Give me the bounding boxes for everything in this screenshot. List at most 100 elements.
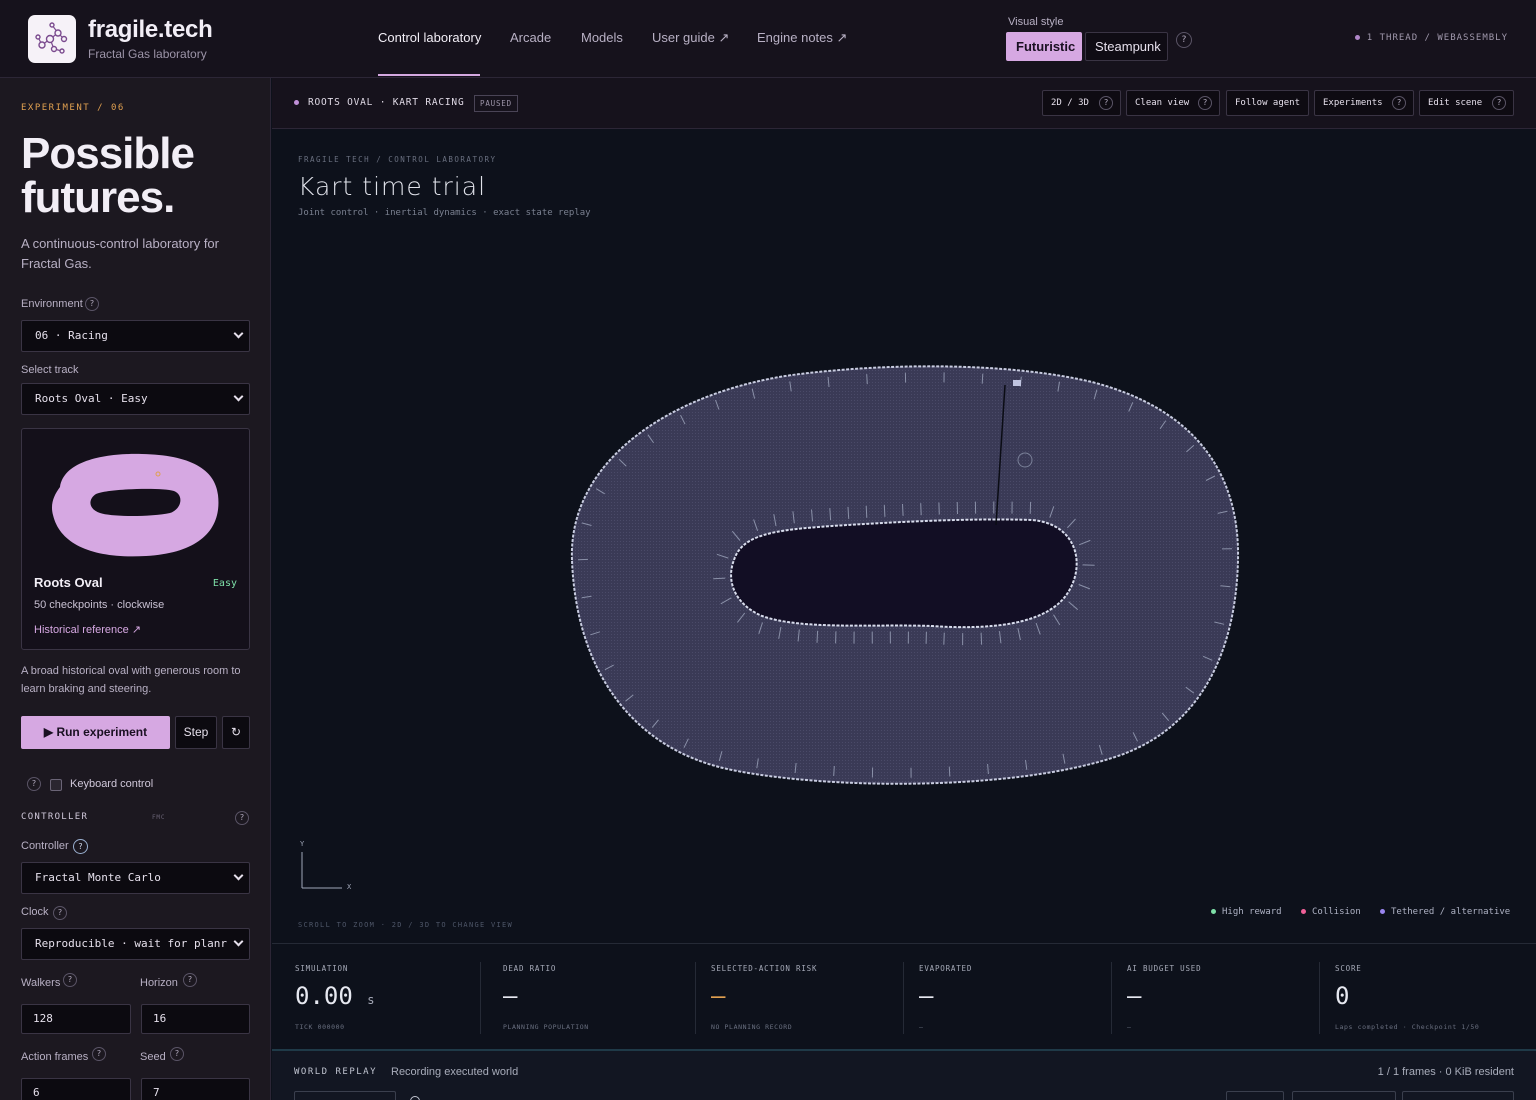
action-frames-help-icon[interactable]: ? [92, 1047, 106, 1061]
environment-help-icon[interactable]: ? [85, 297, 99, 311]
collision-dot-icon [1301, 909, 1306, 914]
chevron-down-icon [233, 328, 244, 339]
high-reward-dot-icon [1211, 909, 1216, 914]
metric-foot: Laps completed · Checkpoint 1/50 [1335, 1023, 1480, 1031]
experiments-help-icon[interactable]: ? [1392, 96, 1406, 110]
world-replay-label: WORLD REPLAY [294, 1067, 378, 1077]
run-status-dot-icon [294, 100, 299, 105]
track-card[interactable]: Roots Oval Easy 50 checkpoints · clockwi… [21, 428, 250, 650]
metric-label: EVAPORATED [919, 964, 973, 973]
style-futuristic-button[interactable]: Futuristic [1006, 32, 1082, 61]
reset-icon[interactable]: ↻ [222, 716, 250, 749]
nav-user-guide[interactable]: User guide ↗ [652, 30, 729, 46]
toggle-2d-3d-help-icon[interactable]: ? [1099, 96, 1113, 110]
top-bar: fragile.tech Fractal Gas laboratory Cont… [0, 0, 1536, 78]
clean-view-help-icon[interactable]: ? [1198, 96, 1212, 110]
controller-section-help-icon[interactable]: ? [235, 811, 249, 825]
environment-select[interactable]: 06 · Racing [21, 320, 250, 352]
horizon-label: Horizon [140, 977, 178, 989]
tethered-dot-icon [1380, 909, 1385, 914]
simulation-unit: s [367, 993, 375, 1007]
metric-label: SCORE [1335, 964, 1362, 973]
keyboard-control-checkbox[interactable] [50, 779, 62, 791]
hero-title: Possible futures. [21, 129, 195, 222]
runtime-text: 1 THREAD / WEBASSEMBLY [1366, 33, 1508, 43]
track-card-name: Roots Oval [34, 575, 103, 590]
kerb-tick [833, 765, 835, 777]
sidebar: EXPERIMENT / 06 Possible futures. A cont… [0, 78, 271, 1100]
metric-divider [903, 962, 904, 1034]
nav-arcade[interactable]: Arcade [510, 30, 551, 45]
kerb-tick [981, 373, 984, 384]
kart-agent-icon [1013, 380, 1021, 386]
metric-value: 0 [1335, 982, 1350, 1010]
nav-engine-notes[interactable]: Engine notes ↗ [757, 30, 847, 46]
metric-label: SIMULATION [295, 964, 349, 973]
replay-scrubber-icon[interactable] [410, 1096, 420, 1100]
replay-export-button[interactable] [1292, 1091, 1396, 1100]
experiment-label: EXPERIMENT / 06 [21, 103, 125, 113]
style-steampunk-button[interactable]: Steampunk [1085, 32, 1168, 61]
edit-scene-button[interactable]: Edit scene ? [1419, 90, 1514, 116]
track-label: Select track [21, 364, 79, 376]
brand-logo-icon[interactable] [28, 15, 76, 63]
follow-agent-button[interactable]: Follow agent [1226, 90, 1309, 116]
clock-select[interactable]: Reproducible · wait for planr [21, 928, 250, 960]
visual-style-help-icon[interactable]: ? [1176, 32, 1192, 48]
clean-view-button[interactable]: Clean view ? [1126, 90, 1220, 116]
walkers-help-icon[interactable]: ? [63, 973, 77, 987]
step-button[interactable]: Step [175, 716, 217, 749]
track-description: A broad historical oval with generous ro… [21, 665, 241, 695]
replay-clear-button[interactable] [1402, 1091, 1514, 1100]
keyboard-help-icon[interactable]: ? [27, 777, 41, 791]
legend-label: High reward [1222, 907, 1282, 917]
metric-divider [480, 962, 481, 1034]
chevron-down-icon [233, 870, 244, 881]
environment-value: 06 · Racing [35, 329, 108, 342]
experiments-button[interactable]: Experiments ? [1314, 90, 1414, 116]
visual-style-label: Visual style [1008, 16, 1064, 28]
nav-models[interactable]: Models [581, 30, 623, 45]
runtime-dot-icon [1354, 35, 1360, 40]
axis-y-label: Y [300, 840, 305, 848]
hero-line-2: futures. [21, 173, 175, 222]
horizon-help-icon[interactable]: ? [183, 973, 197, 987]
metric-foot: — [919, 1023, 924, 1031]
track-value: Roots Oval · Easy [35, 392, 148, 405]
metric-label: AI BUDGET USED [1127, 964, 1202, 973]
walkers-input[interactable]: 128 [21, 1004, 131, 1034]
metric-value: 0.00 s [295, 982, 374, 1010]
run-title-text: ROOTS OVAL · KART RACING [308, 97, 465, 108]
track-view[interactable]: Y X [272, 130, 1536, 942]
controller-section-title: CONTROLLER [21, 812, 89, 822]
brand-name[interactable]: fragile.tech [88, 16, 213, 44]
controller-help-icon[interactable]: ? [73, 839, 88, 854]
hero-line-1: Possible [21, 129, 195, 178]
legend-collision: Collision [1301, 907, 1361, 917]
simulation-stage[interactable]: FRAGILE TECH / CONTROL LABORATORY Kart t… [272, 130, 1536, 942]
run-title: ROOTS OVAL · KART RACING [294, 97, 464, 108]
nav-control-laboratory[interactable]: Control laboratory [378, 30, 481, 45]
run-header: ROOTS OVAL · KART RACING PAUSED 2D / 3D … [272, 78, 1536, 129]
toggle-2d-3d-button[interactable]: 2D / 3D ? [1042, 90, 1121, 116]
runtime-status: 1 THREAD / WEBASSEMBLY [1354, 33, 1508, 43]
replay-play-button[interactable] [294, 1091, 396, 1100]
seed-input[interactable]: 7 [141, 1078, 250, 1100]
legend-label: Collision [1312, 907, 1361, 917]
track-infield [730, 518, 1078, 629]
clean-view-label: Clean view [1135, 98, 1190, 108]
environment-label: Environment [21, 298, 83, 310]
action-frames-input[interactable]: 6 [21, 1078, 131, 1100]
seed-help-icon[interactable]: ? [170, 1047, 184, 1061]
controller-select[interactable]: Fractal Monte Carlo [21, 862, 250, 894]
replay-speed-select[interactable] [1226, 1091, 1284, 1100]
edit-scene-help-icon[interactable]: ? [1492, 96, 1506, 110]
historical-reference-link[interactable]: Historical reference ↗ [34, 623, 141, 636]
clock-help-icon[interactable]: ? [53, 906, 67, 920]
kerb-tick [980, 632, 983, 645]
track-select[interactable]: Roots Oval · Easy [21, 383, 250, 415]
metric-divider [695, 962, 696, 1034]
kerb-tick [847, 506, 850, 519]
run-experiment-button[interactable]: ▶ Run experiment [21, 716, 170, 749]
horizon-input[interactable]: 16 [141, 1004, 250, 1034]
